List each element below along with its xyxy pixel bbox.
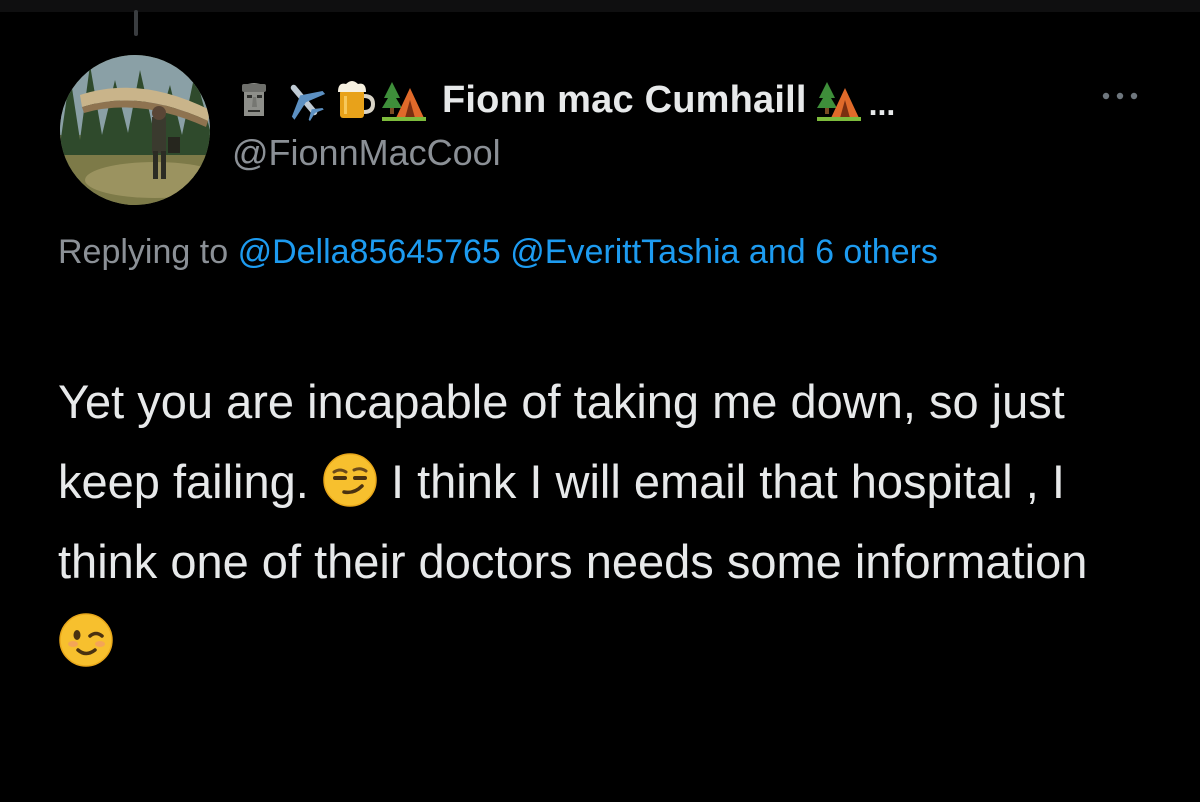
winking-face-icon — [58, 612, 114, 668]
avatar[interactable] — [60, 55, 210, 205]
name-truncation: ... — [868, 85, 896, 122]
display-name[interactable]: Fionn mac Cumhaill — [442, 79, 807, 122]
camping-icon — [382, 78, 426, 122]
tweet-text: Yet you are incapable of taking me down,… — [58, 362, 1148, 682]
reply-prefix: Replying to — [58, 233, 229, 271]
mention-link[interactable]: @Della85645765 — [238, 233, 501, 271]
reply-context: Replying to @Della85645765 @EverittTashi… — [58, 222, 1118, 282]
author-handle[interactable]: @FionnMacCool — [232, 132, 501, 174]
more-horizontal-icon — [1100, 88, 1140, 106]
thread-connector-line — [134, 10, 138, 36]
smirking-face-icon — [322, 452, 378, 508]
mention-link[interactable]: @EverittTashia — [510, 233, 739, 271]
more-options-button[interactable] — [1090, 86, 1150, 108]
more-mentions-link[interactable]: and 6 others — [749, 233, 938, 271]
camping-icon — [816, 78, 861, 122]
author-name-row[interactable]: Fionn mac Cumhaill ... — [232, 68, 895, 132]
previous-tweet-edge — [0, 0, 1200, 12]
airplane-icon — [282, 78, 326, 122]
beer-mug-icon — [332, 78, 376, 122]
moai-icon — [232, 78, 276, 122]
